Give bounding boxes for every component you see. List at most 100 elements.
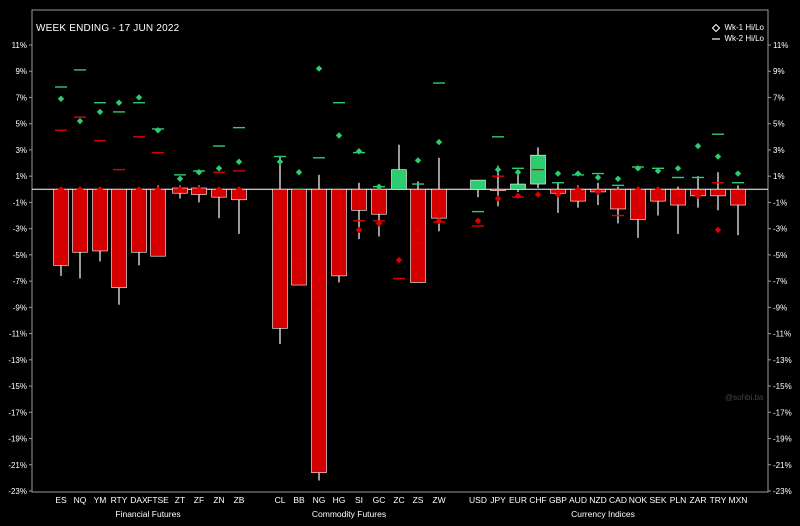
x-tick-label-dax: DAX: [130, 495, 148, 505]
x-tick-label-zf: ZF: [194, 495, 204, 505]
x-tick-label-usd: USD: [469, 495, 487, 505]
y-tick-label-right: 9%: [773, 67, 785, 76]
watermark: @sohbi.ba: [725, 393, 764, 402]
x-tick-label-nq: NQ: [74, 495, 87, 505]
y-tick-label-right: -9%: [773, 303, 787, 312]
y-tick-label-right: -19%: [773, 435, 792, 444]
y-tick-label-left: 7%: [15, 93, 27, 102]
y-tick-label-right: -21%: [773, 461, 792, 470]
bar-es: [53, 188, 69, 266]
x-tick-label-sek: SEK: [649, 495, 666, 505]
x-tick-label-pln: PLN: [670, 495, 687, 505]
group-label: Financial Futures: [115, 509, 180, 519]
wk1-high-eur: [514, 169, 522, 176]
y-tick-label-left: -7%: [13, 277, 27, 286]
wk1-high-jpy: [494, 166, 502, 173]
wk1-high-nok: [634, 165, 642, 172]
y-tick-label-right: -5%: [773, 251, 787, 260]
y-tick-label-left: -17%: [8, 408, 27, 417]
wk1-high-nzd: [594, 174, 602, 181]
x-tick-label-rty: RTY: [111, 495, 128, 505]
y-tick-label-left: 11%: [12, 41, 27, 50]
bar-zs: [410, 188, 426, 283]
x-tick-label-si: SI: [355, 495, 363, 505]
bar-bb: [291, 188, 307, 286]
wk1-high-zt: [176, 175, 184, 182]
bar-cl: [272, 188, 288, 329]
bar-jpy: [490, 188, 506, 191]
wk1-low-jpy: [494, 195, 502, 202]
x-tick-label-nzd: NZD: [589, 495, 606, 505]
wk1-high-ng: [315, 65, 323, 72]
wk1-high-pln: [674, 165, 682, 172]
y-tick-label-left: -9%: [13, 303, 27, 312]
x-tick-label-gbp: GBP: [549, 495, 567, 505]
wk1-high-ym: [96, 108, 104, 116]
wk1-low-chf: [534, 191, 542, 198]
y-tick-label-left: -3%: [13, 225, 27, 234]
bar-ym: [92, 188, 108, 252]
x-tick-label-nok: NOK: [629, 495, 648, 505]
wk1-high-es: [57, 95, 65, 102]
wk1-low-try: [714, 226, 722, 234]
x-tick-label-zw: ZW: [432, 495, 445, 505]
y-tick-label-right: 11%: [773, 41, 788, 50]
wk1-high-hg: [335, 132, 343, 139]
x-tick-label-ftse: FTSE: [147, 495, 169, 505]
y-tick-label-left: -15%: [8, 382, 27, 391]
y-tick-label-left: -11%: [9, 330, 27, 339]
wk1-high-rty: [115, 99, 123, 106]
bar-ng: [311, 188, 327, 473]
y-tick-label-right: -13%: [773, 356, 792, 365]
y-tick-label-right: -3%: [773, 225, 787, 234]
x-tick-label-aud: AUD: [569, 495, 587, 505]
bar-hg: [331, 188, 347, 277]
wk1-high-nq: [76, 117, 84, 125]
y-tick-label-right: -11%: [773, 330, 791, 339]
wk1-high-si: [355, 148, 363, 155]
wk1-high-dax: [135, 94, 143, 101]
bar-dax: [131, 188, 147, 253]
wk1-high-zn: [215, 165, 223, 172]
x-tick-label-zs: ZS: [413, 495, 424, 505]
wk1-high-zb: [235, 158, 243, 165]
bar-rty: [111, 188, 127, 288]
x-tick-label-jpy: JPY: [490, 495, 506, 505]
bar-ftse: [150, 188, 166, 257]
x-tick-label-zar: ZAR: [690, 495, 707, 505]
x-tick-label-cl: CL: [275, 495, 286, 505]
wk1-high-try: [714, 153, 722, 160]
wk1-low-eur: [514, 192, 522, 200]
wk1-low-zw: [435, 217, 443, 224]
bar-try: [710, 188, 726, 197]
wk1-high-cl: [276, 158, 284, 165]
wk1-high-aud: [574, 170, 582, 177]
y-tick-label-left: 9%: [15, 67, 27, 76]
x-tick-label-eur: EUR: [509, 495, 527, 505]
x-tick-label-ym: YM: [94, 495, 107, 505]
wk1-high-zar: [694, 142, 702, 150]
y-tick-label-left: -5%: [13, 251, 27, 260]
bar-gc: [371, 188, 387, 215]
y-tick-label-left: -23%: [8, 487, 27, 496]
x-tick-label-mxn: MXN: [729, 495, 748, 505]
x-tick-label-chf: CHF: [529, 495, 546, 505]
wk1-low-si: [355, 226, 363, 234]
wk1-high-bb: [295, 169, 303, 176]
y-tick-label-left: 3%: [15, 146, 27, 155]
bar-eur: [510, 183, 526, 190]
y-tick-label-left: 1%: [15, 172, 27, 181]
y-tick-label-left: -13%: [8, 356, 27, 365]
x-tick-label-gc: GC: [373, 495, 386, 505]
x-tick-label-zn: ZN: [213, 495, 224, 505]
y-tick-label-left: -21%: [8, 461, 27, 470]
x-tick-label-ng: NG: [313, 495, 326, 505]
y-tick-label-right: -1%: [773, 198, 787, 207]
x-tick-label-es: ES: [55, 495, 67, 505]
wk1-high-cad: [614, 175, 622, 182]
wk1-high-mxn: [734, 170, 742, 177]
y-tick-label-right: -15%: [773, 382, 792, 391]
x-tick-label-zt: ZT: [175, 495, 185, 505]
y-tick-label-right: 3%: [773, 146, 785, 155]
y-tick-label-left: -1%: [13, 198, 27, 207]
